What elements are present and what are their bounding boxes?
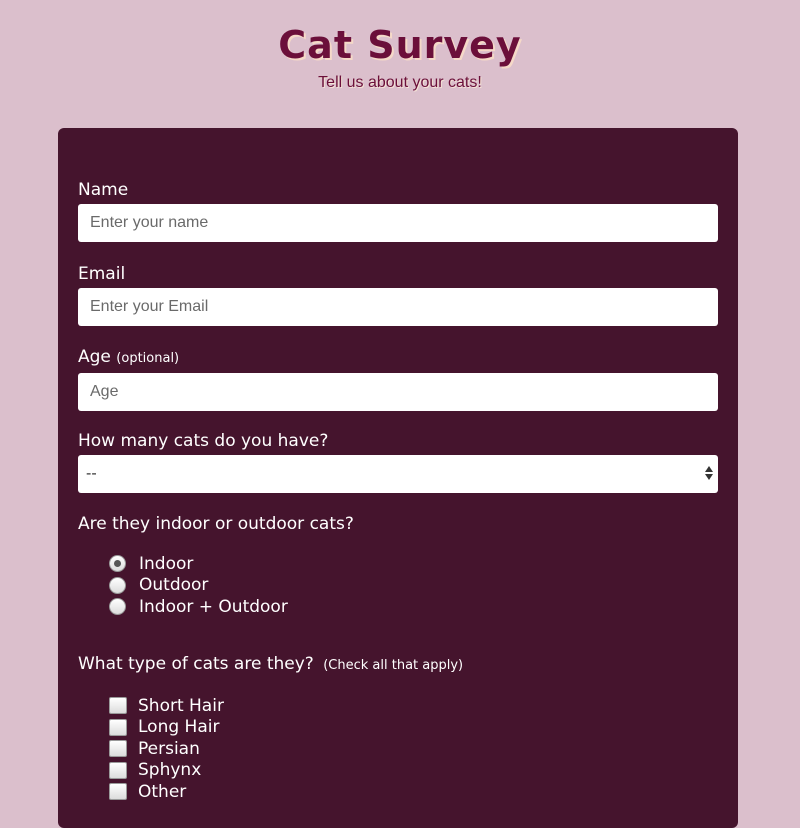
types-label: What type of cats are they? (Check all t… — [78, 653, 718, 677]
age-input[interactable] — [78, 373, 718, 411]
page-subtitle: Tell us about your cats! — [318, 74, 482, 91]
checkbox-label-long-hair: Long Hair — [138, 717, 220, 738]
name-input[interactable] — [78, 204, 718, 242]
types-label-text: What type of cats are they? — [78, 654, 314, 674]
age-label: Age (optional) — [78, 346, 718, 370]
radio-label-indoor: Indoor — [139, 553, 194, 574]
age-label-text: Age — [78, 347, 111, 367]
checkbox-sphynx[interactable] — [109, 761, 127, 779]
radio-option-indoor[interactable]: Indoor — [109, 553, 718, 575]
checkbox-label-sphynx: Sphynx — [138, 760, 202, 781]
page-title: Cat Survey — [278, 23, 522, 67]
checkbox-option-other[interactable]: Other — [109, 781, 718, 803]
checkbox-persian[interactable] — [109, 740, 127, 758]
radio-indoor-outdoor[interactable] — [109, 598, 126, 616]
name-field-group: Name — [78, 179, 718, 242]
checkbox-other[interactable] — [109, 783, 127, 801]
types-checkbox-group: Short Hair Long Hair Persian Sphynx Othe… — [78, 695, 718, 803]
radio-option-indoor-outdoor[interactable]: Indoor + Outdoor — [109, 596, 718, 618]
email-input[interactable] — [78, 288, 718, 326]
radio-indoor[interactable] — [109, 555, 126, 573]
select-arrows-icon — [705, 466, 713, 480]
email-label: Email — [78, 264, 126, 284]
age-field-group: Age (optional) — [78, 346, 718, 411]
radio-option-outdoor[interactable]: Outdoor — [109, 575, 718, 597]
cat-count-selected-value: -- — [86, 465, 97, 482]
location-field-group: Are they indoor or outdoor cats? Indoor … — [78, 513, 718, 618]
cat-count-label: How many cats do you have? — [78, 431, 329, 451]
radio-outdoor[interactable] — [109, 576, 126, 594]
survey-form: Name Email Age (optional) How many cats … — [58, 128, 738, 828]
radio-label-outdoor: Outdoor — [139, 575, 209, 596]
checkbox-label-other: Other — [138, 781, 187, 802]
checkbox-label-short-hair: Short Hair — [138, 695, 224, 716]
age-optional-note: (optional) — [116, 351, 180, 366]
checkbox-option-sphynx[interactable]: Sphynx — [109, 760, 718, 782]
location-label: Are they indoor or outdoor cats? — [78, 514, 354, 534]
checkbox-option-persian[interactable]: Persian — [109, 738, 718, 760]
checkbox-label-persian: Persian — [138, 738, 200, 759]
checkbox-long-hair[interactable] — [109, 718, 127, 736]
checkbox-short-hair[interactable] — [109, 697, 127, 715]
name-label: Name — [78, 180, 129, 200]
radio-label-indoor-outdoor: Indoor + Outdoor — [139, 596, 288, 617]
types-field-group: What type of cats are they? (Check all t… — [78, 653, 718, 803]
types-note: (Check all that apply) — [323, 658, 464, 673]
checkbox-option-long-hair[interactable]: Long Hair — [109, 717, 718, 739]
page-header: Cat Survey Tell us about your cats! — [0, 0, 800, 92]
email-field-group: Email — [78, 263, 718, 326]
location-radio-group: Indoor Outdoor Indoor + Outdoor — [78, 553, 718, 618]
cat-count-field-group: How many cats do you have? -- — [78, 430, 718, 493]
checkbox-option-short-hair[interactable]: Short Hair — [109, 695, 718, 717]
cat-count-select[interactable]: -- — [78, 455, 718, 493]
